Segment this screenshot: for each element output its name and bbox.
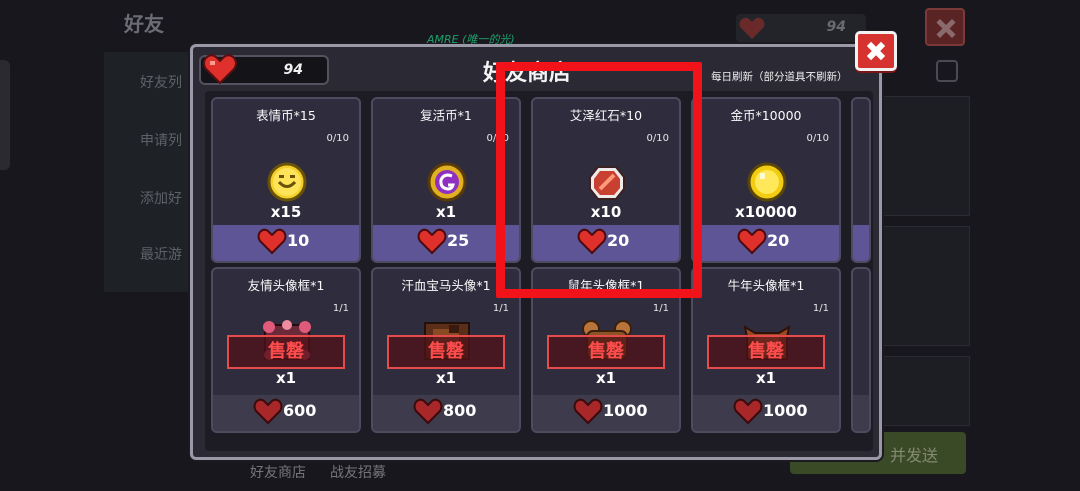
item-stock: 1/1 <box>652 303 669 314</box>
item-stock: 1/1 <box>492 303 509 314</box>
item-price: 1000 <box>763 401 808 420</box>
heart-icon <box>257 227 287 259</box>
refresh-note: 每日刷新（部分道具不刷新） <box>711 71 848 83</box>
heart-balance: 94 <box>199 54 329 85</box>
item-quantity: x1 <box>755 369 777 387</box>
item-price: 10 <box>287 231 310 250</box>
item-stock: 0/10 <box>806 133 829 144</box>
sidebar-item-add-friend[interactable]: 添加好 <box>140 188 182 208</box>
gold-coin-icon <box>746 161 788 207</box>
price-bar: 800 <box>373 395 519 431</box>
price-bar: 1000 <box>693 395 839 431</box>
item-stock: 1/1 <box>812 303 829 314</box>
shop-item-card[interactable]: 牛年头像框*1 1/1 售罄 x1 1000 <box>691 267 841 433</box>
item-quantity: x1 <box>435 369 457 387</box>
price-bar: 600 <box>213 395 359 431</box>
left-edge-handle <box>0 60 10 170</box>
sold-out-label: 售罄 <box>707 335 825 369</box>
player-name-hint: AMRE (唯一的光) <box>427 33 515 46</box>
sold-out-label: 售罄 <box>547 335 665 369</box>
background-heart-value: 94 <box>826 19 846 35</box>
revive-coin-icon <box>426 161 468 207</box>
item-stock: 0/10 <box>326 133 349 144</box>
selection-highlight-box <box>496 62 702 298</box>
background-card <box>880 226 970 346</box>
background-close-icon <box>925 8 965 46</box>
background-card <box>880 356 970 426</box>
sidebar-item-recent[interactable]: 最近游 <box>140 244 182 264</box>
heart-icon <box>417 227 447 259</box>
tab-friend-shop[interactable]: 好友商店 <box>250 462 306 482</box>
friends-page-title: 好友 <box>124 12 164 36</box>
background-heart-counter: 94 <box>736 14 866 42</box>
price-bar: 10 <box>213 225 359 261</box>
price-bar <box>853 395 869 431</box>
price-bar: 20 <box>693 225 839 261</box>
item-quantity: x1 <box>275 369 297 387</box>
item-name: 牛年头像框*1 <box>727 278 805 293</box>
smiley-coin-icon <box>266 161 308 207</box>
item-name: 友情头像框*1 <box>247 278 325 293</box>
background-checkbox <box>936 60 958 82</box>
item-price: 1000 <box>603 401 648 420</box>
item-quantity: x10000 <box>735 203 797 221</box>
heart-icon <box>203 53 237 89</box>
heart-icon <box>737 227 767 259</box>
price-bar <box>853 225 869 261</box>
sidebar-item-friend-list[interactable]: 好友列 <box>140 72 182 92</box>
shop-item-card[interactable]: 金币*10000 0/10 x10000 20 <box>691 97 841 263</box>
item-quantity: x15 <box>270 203 302 221</box>
heart-icon <box>253 397 283 429</box>
shop-item-card[interactable]: 友情头像框*1 1/1 售罄 x1 600 <box>211 267 361 433</box>
item-price: 600 <box>283 401 317 420</box>
item-quantity: x1 <box>595 369 617 387</box>
price-bar: 1000 <box>533 395 679 431</box>
shop-item-card-partial[interactable] <box>851 97 871 263</box>
item-price: 25 <box>447 231 470 250</box>
shop-item-card[interactable]: 表情币*15 0/10 x15 10 <box>211 97 361 263</box>
item-price: 800 <box>443 401 477 420</box>
tab-recruit[interactable]: 战友招募 <box>330 462 386 482</box>
item-name: 表情币*15 <box>256 108 316 123</box>
item-name: 金币*10000 <box>730 108 802 123</box>
sold-out-label: 售罄 <box>387 335 505 369</box>
heart-icon <box>573 397 603 429</box>
heart-icon <box>738 15 766 45</box>
sold-out-label: 售罄 <box>227 335 345 369</box>
item-price: 20 <box>767 231 790 250</box>
close-button[interactable] <box>855 31 897 71</box>
heart-balance-value: 94 <box>283 62 303 78</box>
item-stock: 1/1 <box>332 303 349 314</box>
shop-item-card-partial[interactable] <box>851 267 871 433</box>
background-card <box>880 96 970 216</box>
heart-icon <box>413 397 443 429</box>
sidebar-item-requests[interactable]: 申请列 <box>140 130 182 150</box>
heart-icon <box>733 397 763 429</box>
